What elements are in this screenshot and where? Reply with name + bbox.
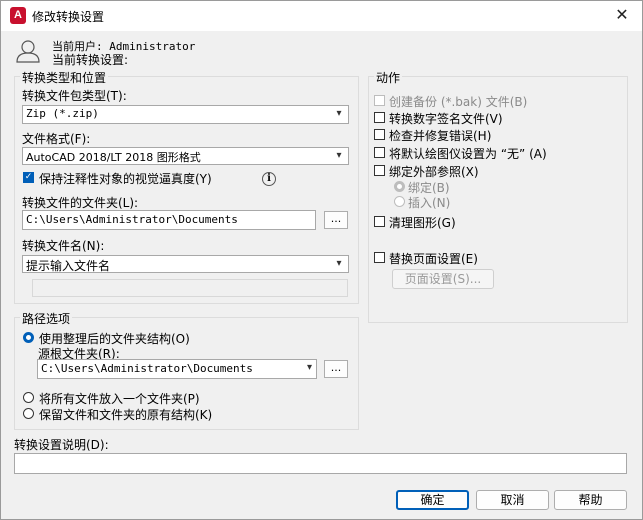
keep-annotative-label: 保持注释性对象的视觉逼真度(Y) — [39, 172, 212, 186]
keep-annotative-checkbox[interactable]: ✓ — [23, 172, 34, 183]
package-type-value: Zip (*.zip) — [26, 107, 99, 120]
path-options-group-title: 路径选项 — [20, 310, 73, 327]
backup-checkbox[interactable] — [374, 95, 385, 106]
current-setting-text: 当前转换设置: — [52, 53, 129, 67]
purge-checkbox[interactable] — [374, 216, 385, 227]
audit-label: 检查并修复错误(H) — [389, 129, 492, 143]
folder-input[interactable]: C:\Users\Administrator\Documents — [22, 210, 316, 230]
user-icon — [16, 40, 40, 63]
source-root-browse-button[interactable]: ... — [324, 360, 348, 378]
bind-xref-label: 绑定外部参照(X) — [389, 165, 479, 179]
insert-radio[interactable] — [394, 196, 405, 207]
replace-page-setup-checkbox[interactable] — [374, 252, 385, 263]
description-input[interactable] — [14, 453, 627, 474]
backup-label: 创建备份 (*.bak) 文件(B) — [389, 95, 528, 109]
purge-label: 清理图形(G) — [389, 216, 456, 230]
file-format-select[interactable]: AutoCAD 2018/LT 2018 图形格式 ▾ — [22, 147, 349, 165]
bind-xref-checkbox[interactable] — [374, 165, 385, 176]
ok-button[interactable]: 确定 — [396, 490, 469, 510]
organized-structure-radio[interactable] — [23, 332, 34, 343]
filename-input-disabled — [32, 279, 348, 297]
help-button[interactable]: 帮助 — [554, 490, 627, 510]
insert-label: 插入(N) — [408, 196, 451, 210]
folder-value: C:\Users\Administrator\Documents — [26, 213, 238, 226]
file-format-label: 文件格式(F): — [22, 132, 91, 146]
audit-checkbox[interactable] — [374, 129, 385, 140]
filename-select[interactable]: 提示输入文件名 ▾ — [22, 255, 349, 273]
keep-structure-label: 保留文件和文件夹的原有结构(K) — [39, 408, 213, 422]
chevron-down-icon: ▾ — [336, 258, 342, 269]
source-root-input[interactable]: C:\Users\Administrator\Documents ▾ — [37, 359, 317, 379]
package-type-select[interactable]: Zip (*.zip) ▾ — [22, 105, 349, 124]
chevron-down-icon: ▾ — [336, 150, 342, 161]
conversion-type-group-title: 转换类型和位置 — [20, 69, 109, 86]
filename-label: 转换文件名(N): — [22, 239, 105, 253]
page-setup-button[interactable]: 页面设置(S)... — [392, 269, 494, 289]
dialog-window: A 修改转换设置 ✕ 当前用户: Administrator 当前转换设置: 转… — [0, 0, 643, 520]
sign-checkbox[interactable] — [374, 112, 385, 123]
sign-label: 转换数字签名文件(V) — [389, 112, 503, 126]
autocad-app-icon: A — [10, 7, 26, 24]
plotter-none-checkbox[interactable] — [374, 147, 385, 158]
replace-page-setup-label: 替换页面设置(E) — [389, 252, 478, 266]
plotter-none-label: 将默认绘图仪设置为 “无” (A) — [389, 147, 547, 161]
keep-structure-radio[interactable] — [23, 408, 34, 419]
folder-label: 转换文件的文件夹(L): — [22, 196, 139, 210]
cancel-button[interactable]: 取消 — [476, 490, 549, 510]
single-folder-radio[interactable] — [23, 392, 34, 403]
description-label: 转换设置说明(D): — [14, 438, 109, 452]
package-type-label: 转换文件包类型(T): — [22, 89, 127, 103]
title-bar: A 修改转换设置 ✕ — [1, 1, 642, 31]
folder-browse-button[interactable]: ... — [324, 211, 348, 229]
chevron-down-icon: ▾ — [336, 108, 342, 119]
window-title: 修改转换设置 — [32, 10, 105, 24]
single-folder-label: 将所有文件放入一个文件夹(P) — [39, 392, 200, 406]
source-root-value: C:\Users\Administrator\Documents — [41, 362, 253, 375]
close-icon[interactable]: ✕ — [612, 5, 632, 25]
chevron-down-icon: ▾ — [306, 362, 312, 373]
file-format-value: AutoCAD 2018/LT 2018 图形格式 — [26, 151, 201, 164]
bind-radio[interactable] — [394, 181, 405, 192]
info-icon[interactable]: i — [262, 172, 276, 186]
filename-value: 提示输入文件名 — [26, 259, 111, 273]
actions-group-title: 动作 — [374, 69, 403, 86]
